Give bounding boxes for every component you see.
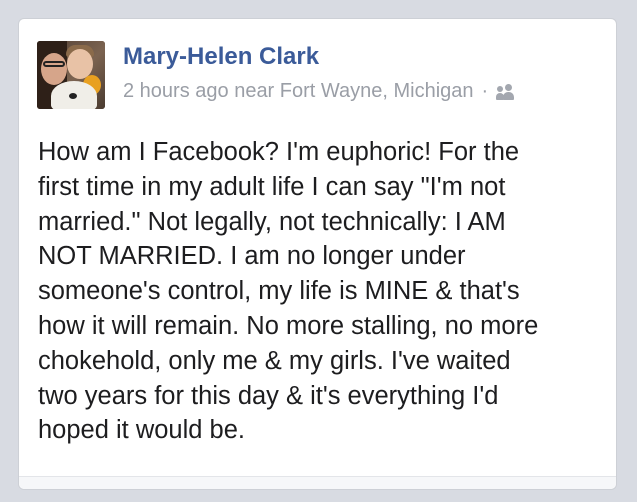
friends-icon[interactable] <box>496 83 516 101</box>
post-footer-divider <box>19 476 616 489</box>
author-avatar[interactable] <box>37 41 105 109</box>
meta-separator: · <box>481 80 489 102</box>
post-text: How am I Facebook? I'm euphoric! For the… <box>38 138 539 445</box>
author-name[interactable]: Mary-Helen Clark <box>123 43 319 71</box>
post-card: Mary-Helen Clark 2 hours ago near Fort W… <box>18 18 617 490</box>
post-meta: 2 hours ago near Fort Wayne, Michigan · <box>123 80 516 103</box>
post-timestamp-location[interactable]: 2 hours ago near Fort Wayne, Michigan <box>123 80 474 103</box>
